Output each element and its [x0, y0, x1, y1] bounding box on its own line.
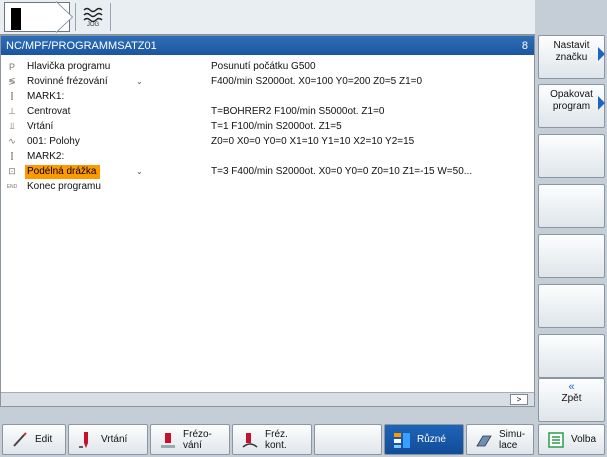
pencil-icon [9, 429, 31, 451]
block-parameters: T=1 F100/min S2000ot. Z1=5 [211, 121, 342, 132]
milling-label-2: vání [183, 439, 202, 451]
editor-status-strip: > [1, 392, 534, 406]
drilling-icon: ⫫ [9, 121, 15, 131]
program-block-row[interactable]: ⊡ Podélná drážka ⌄ T=3 F400/min S2000ot. X0… [1, 164, 534, 179]
program-block-list: P Hlavička programu Posunutí počátku G500 ≶… [1, 55, 534, 194]
block-parameters: T=BOHRER2 F100/min S5000ot. Z1=0 [211, 106, 385, 117]
block-name: Podélná drážka [25, 164, 100, 179]
program-block-row[interactable]: ⫿ MARK1: [1, 89, 534, 104]
block-parameters: Z0=0 X0=0 Y0=0 X1=10 Y1=10 X2=10 Y2=15 [211, 136, 415, 147]
program-block-row[interactable]: ∿ 001: Polohy Z0=0 X0=0 Y0=0 X1=10 Y1=10 X… [1, 134, 534, 149]
various-label: Různé [417, 434, 446, 445]
edit-label: Edit [35, 434, 53, 445]
milling-label-1: Frézo- [183, 428, 212, 440]
contour-milling-softkey[interactable]: Fréz. kont. [232, 424, 312, 455]
contour-milling-label-1: Fréz. [265, 428, 288, 440]
select-icon [545, 429, 567, 451]
empty-softkey-4[interactable] [538, 184, 605, 228]
simulation-icon [473, 429, 495, 451]
program-block-row[interactable]: P Hlavička programu Posunutí počátku G500 [1, 59, 534, 74]
repeat-program-softkey[interactable]: Opakovat program [538, 84, 605, 128]
channel-number: 8 [521, 39, 528, 52]
back-label: Zpět [561, 393, 582, 404]
empty-softkey-5[interactable] [538, 234, 605, 278]
program-block-row[interactable]: ≶ Rovinné frézování ⌄ F400/min S2000ot. X0=… [1, 74, 534, 89]
program-editor: NC/MPF/PROGRAMMSATZ01 8 P Hlavička progra… [0, 35, 535, 407]
block-parameters: T=3 F400/min S2000ot. X0=0 Y0=0 Z0=10 Z1… [211, 166, 473, 177]
select-label: Volba [571, 434, 597, 445]
drilling-softkey[interactable]: Vrtání [68, 424, 148, 455]
repeat-program-label-1: Opakovat [550, 89, 593, 100]
program-block-row[interactable]: END Konec programu [1, 179, 534, 194]
back-chevron-icon: « [568, 381, 575, 393]
simulation-label: Simu- lace [499, 429, 525, 451]
block-name: MARK1: [27, 90, 65, 102]
block-name: MARK2: [27, 150, 65, 162]
empty-softkey-7[interactable] [538, 334, 605, 378]
contour-milling-icon [239, 429, 261, 451]
longitudinal-slot-icon: ⊡ [8, 166, 16, 176]
empty-horizontal-softkey[interactable] [314, 424, 382, 455]
jog-mode-icon: JOG [75, 3, 111, 31]
milling-softkey[interactable]: Frézo- vání [150, 424, 230, 455]
jog-label: JOG [86, 21, 100, 28]
program-block-row[interactable]: ⫿ MARK2: [1, 149, 534, 164]
drilling-label: Vrtání [101, 434, 128, 445]
select-softkey[interactable]: Volba [538, 424, 605, 455]
repeat-program-label-2: program [552, 101, 591, 112]
expand-chevron-icon[interactable]: ⌄ [136, 77, 143, 86]
set-mark-softkey[interactable]: Nastavit značku [538, 35, 605, 79]
milling-icon [157, 429, 179, 451]
program-path-bar: NC/MPF/PROGRAMMSATZ01 8 [1, 36, 534, 55]
set-mark-label-1: Nastavit [553, 40, 590, 51]
simulation-label-1: Simu- [499, 428, 526, 440]
simulation-softkey[interactable]: Simu- lace [466, 424, 534, 455]
positions-icon: ∿ [8, 136, 16, 146]
more-button[interactable]: > [510, 394, 528, 405]
block-parameters: Posunutí počátku G500 [211, 61, 316, 72]
block-name: Hlavička programu [27, 60, 111, 72]
program-block-row[interactable]: ⊥ Centrovat T=BOHRER2 F100/min S5000ot. Z1… [1, 104, 534, 119]
mark-icon: ⫿ [10, 151, 14, 161]
edit-softkey[interactable]: Edit [2, 424, 66, 455]
submenu-arrow-icon [598, 96, 605, 110]
various-softkey[interactable]: Různé [384, 424, 464, 455]
centering-icon: ⊥ [8, 106, 16, 116]
expand-chevron-icon[interactable]: ⌄ [136, 167, 143, 176]
mode-indicator [11, 8, 21, 30]
operate-screen: JOG NC/MPF/PROGRAMMSATZ01 8 P Hlavička pr… [0, 0, 607, 457]
submenu-arrow-icon [598, 47, 605, 61]
top-status-bar: JOG [0, 0, 535, 35]
operating-mode-button[interactable] [4, 2, 70, 32]
block-name: Vrtání [27, 120, 54, 132]
back-softkey[interactable]: « Zpět [538, 378, 605, 422]
program-end-icon: END [6, 183, 18, 190]
face-milling-icon: ≶ [8, 76, 16, 86]
program-path: NC/MPF/PROGRAMMSATZ01 [6, 39, 157, 52]
empty-softkey-3[interactable] [538, 134, 605, 178]
contour-milling-label-2: kont. [265, 439, 287, 451]
mark-icon: ⫿ [10, 91, 14, 101]
various-icon [391, 429, 413, 451]
block-name: 001: Polohy [27, 135, 80, 147]
program-block-row[interactable]: ⫫ Vrtání T=1 F100/min S2000ot. Z1=5 [1, 119, 534, 134]
block-name: Konec programu [27, 180, 101, 192]
block-name: Rovinné frézování [27, 75, 108, 87]
simulation-label-2: lace [499, 439, 518, 451]
drill-icon [75, 429, 97, 451]
contour-milling-label: Fréz. kont. [265, 429, 288, 451]
set-mark-label-2: značku [555, 52, 588, 63]
program-header-icon: P [8, 61, 15, 72]
block-parameters: F400/min S2000ot. X0=100 Y0=200 Z0=5 Z1=… [211, 76, 423, 87]
milling-label: Frézo- vání [183, 429, 212, 451]
jog-waves-icon [83, 7, 103, 22]
block-name: Centrovat [27, 105, 71, 117]
empty-softkey-6[interactable] [538, 284, 605, 328]
